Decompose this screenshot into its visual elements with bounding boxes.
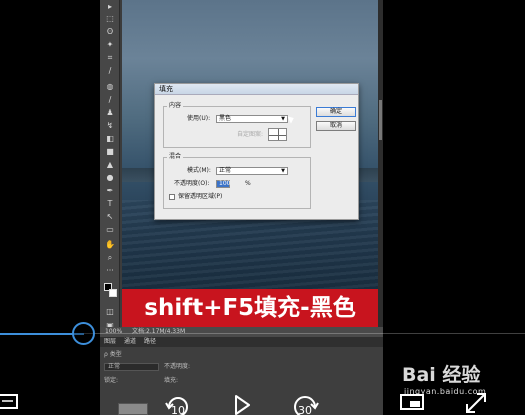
caption-banner: shift+F5填充-黑色 (122, 289, 378, 327)
kind-filter[interactable]: ρ 类型 (104, 350, 122, 360)
blend-mode-value: 正常 (108, 363, 121, 370)
blend-mode-select[interactable]: 正常 (104, 363, 159, 371)
cancel-button[interactable]: 取消 (316, 121, 356, 131)
dialog-title: 填充 (155, 84, 358, 95)
watermark-logo: Bai 经验 (402, 364, 481, 386)
shape-tool-icon[interactable]: ▭ (104, 225, 116, 235)
chevron-down-icon: ▼ (281, 116, 285, 122)
document-size: 文档:2.17M/4.33M (132, 328, 186, 335)
lasso-tool-icon[interactable]: ʘ (104, 27, 116, 37)
eyedropper-icon[interactable]: ∕ (104, 66, 116, 76)
use-label: 使用(U): (187, 115, 211, 122)
preserve-transparency-label: 保留透明区域(P) (178, 193, 223, 200)
healing-brush-icon[interactable]: ◍ (104, 82, 116, 92)
tab-channels[interactable]: 通道 (124, 337, 136, 347)
pattern-picker[interactable] (268, 128, 287, 141)
photoshop-window: ▸ ⬚ ʘ ✦ ⌗ ∕ ◍ ∕ ♟ ↯ ◧ ■ ▲ ● ✒ T ↖ ▭ ✋ ⌕ … (100, 0, 383, 415)
move-tool-icon[interactable]: ▸ (104, 2, 116, 12)
dodge-tool-icon[interactable]: ● (104, 173, 116, 183)
forward-seconds: 30 (298, 404, 312, 415)
quick-mask-icon[interactable]: ◫ (104, 307, 116, 317)
type-tool-icon[interactable]: T (104, 199, 116, 209)
scroll-thumb[interactable] (379, 100, 382, 140)
expand-icon[interactable] (463, 390, 489, 415)
lock-label: 锁定: (104, 377, 119, 384)
subtitles-icon[interactable] (0, 392, 20, 412)
mode-label: 模式(M): (187, 167, 211, 174)
zoom-level: 100% (105, 328, 123, 335)
play-icon[interactable] (233, 394, 251, 415)
content-legend: 内容 (167, 102, 184, 109)
panel-tabs: 图层 通道 路径 (100, 337, 383, 347)
preserve-transparency-checkbox[interactable] (169, 194, 175, 200)
progress-track[interactable] (84, 333, 525, 334)
custom-pattern-label: 自定图案: (237, 131, 264, 138)
pen-tool-icon[interactable]: ✒ (104, 186, 116, 196)
status-bar: 100% 文档:2.17M/4.33M (100, 327, 383, 337)
hand-tool-icon[interactable]: ✋ (104, 240, 116, 250)
zoom-tool-icon[interactable]: ⌕ (104, 253, 116, 263)
progress-scrubber[interactable] (72, 322, 95, 345)
layer-thumbnail[interactable] (118, 403, 148, 415)
forward-30-icon[interactable]: 30 (289, 392, 321, 415)
opacity-unit: % (245, 180, 251, 187)
tab-paths[interactable]: 路径 (144, 337, 156, 347)
layer-opacity-label: 不透明度: (164, 363, 191, 370)
layer-fill-label: 填充: (164, 377, 179, 384)
ok-button[interactable]: 确定 (316, 107, 356, 117)
opacity-input[interactable]: 100 (216, 180, 230, 188)
video-player: ▸ ⬚ ʘ ✦ ⌗ ∕ ◍ ∕ ♟ ↯ ◧ ■ ▲ ● ✒ T ↖ ▭ ✋ ⌕ … (0, 0, 525, 415)
mode-select-value: 正常 (219, 167, 232, 174)
crop-tool-icon[interactable]: ⌗ (104, 53, 116, 63)
canvas-scrollbar[interactable] (378, 0, 383, 327)
path-select-icon[interactable]: ↖ (104, 212, 116, 222)
chevron-down-icon: ▼ (281, 168, 285, 174)
gradient-tool-icon[interactable]: ■ (104, 147, 116, 157)
use-select-value: 黑色 (219, 115, 232, 122)
eraser-icon[interactable]: ◧ (104, 134, 116, 144)
tools-panel: ▸ ⬚ ʘ ✦ ⌗ ∕ ◍ ∕ ♟ ↯ ◧ ■ ▲ ● ✒ T ↖ ▭ ✋ ⌕ … (100, 0, 120, 340)
tab-layers[interactable]: 图层 (104, 337, 116, 347)
use-select[interactable]: 黑色 ▼ (216, 115, 288, 123)
clone-stamp-icon[interactable]: ♟ (104, 108, 116, 118)
blend-legend: 混合 (167, 153, 184, 160)
marquee-tool-icon[interactable]: ⬚ (104, 14, 116, 24)
mode-select[interactable]: 正常 ▼ (216, 167, 288, 175)
rewind-10-icon[interactable]: 10 (163, 392, 193, 415)
magic-wand-icon[interactable]: ✦ (104, 40, 116, 50)
fill-dialog: 填充 内容 使用(U): 黑色 ▼ 自定图案: 混合 模式(M): 正常 ▼ 不… (154, 83, 359, 220)
more-tools-icon[interactable]: ··· (104, 266, 116, 276)
rewind-seconds: 10 (171, 404, 185, 415)
background-color-swatch[interactable] (109, 289, 117, 297)
brush-tool-icon[interactable]: ∕ (104, 95, 116, 105)
history-brush-icon[interactable]: ↯ (104, 121, 116, 131)
blur-tool-icon[interactable]: ▲ (104, 160, 116, 170)
opacity-label: 不透明度(O): (174, 180, 210, 187)
picture-in-picture-icon[interactable] (398, 392, 426, 412)
content-group (163, 106, 311, 148)
